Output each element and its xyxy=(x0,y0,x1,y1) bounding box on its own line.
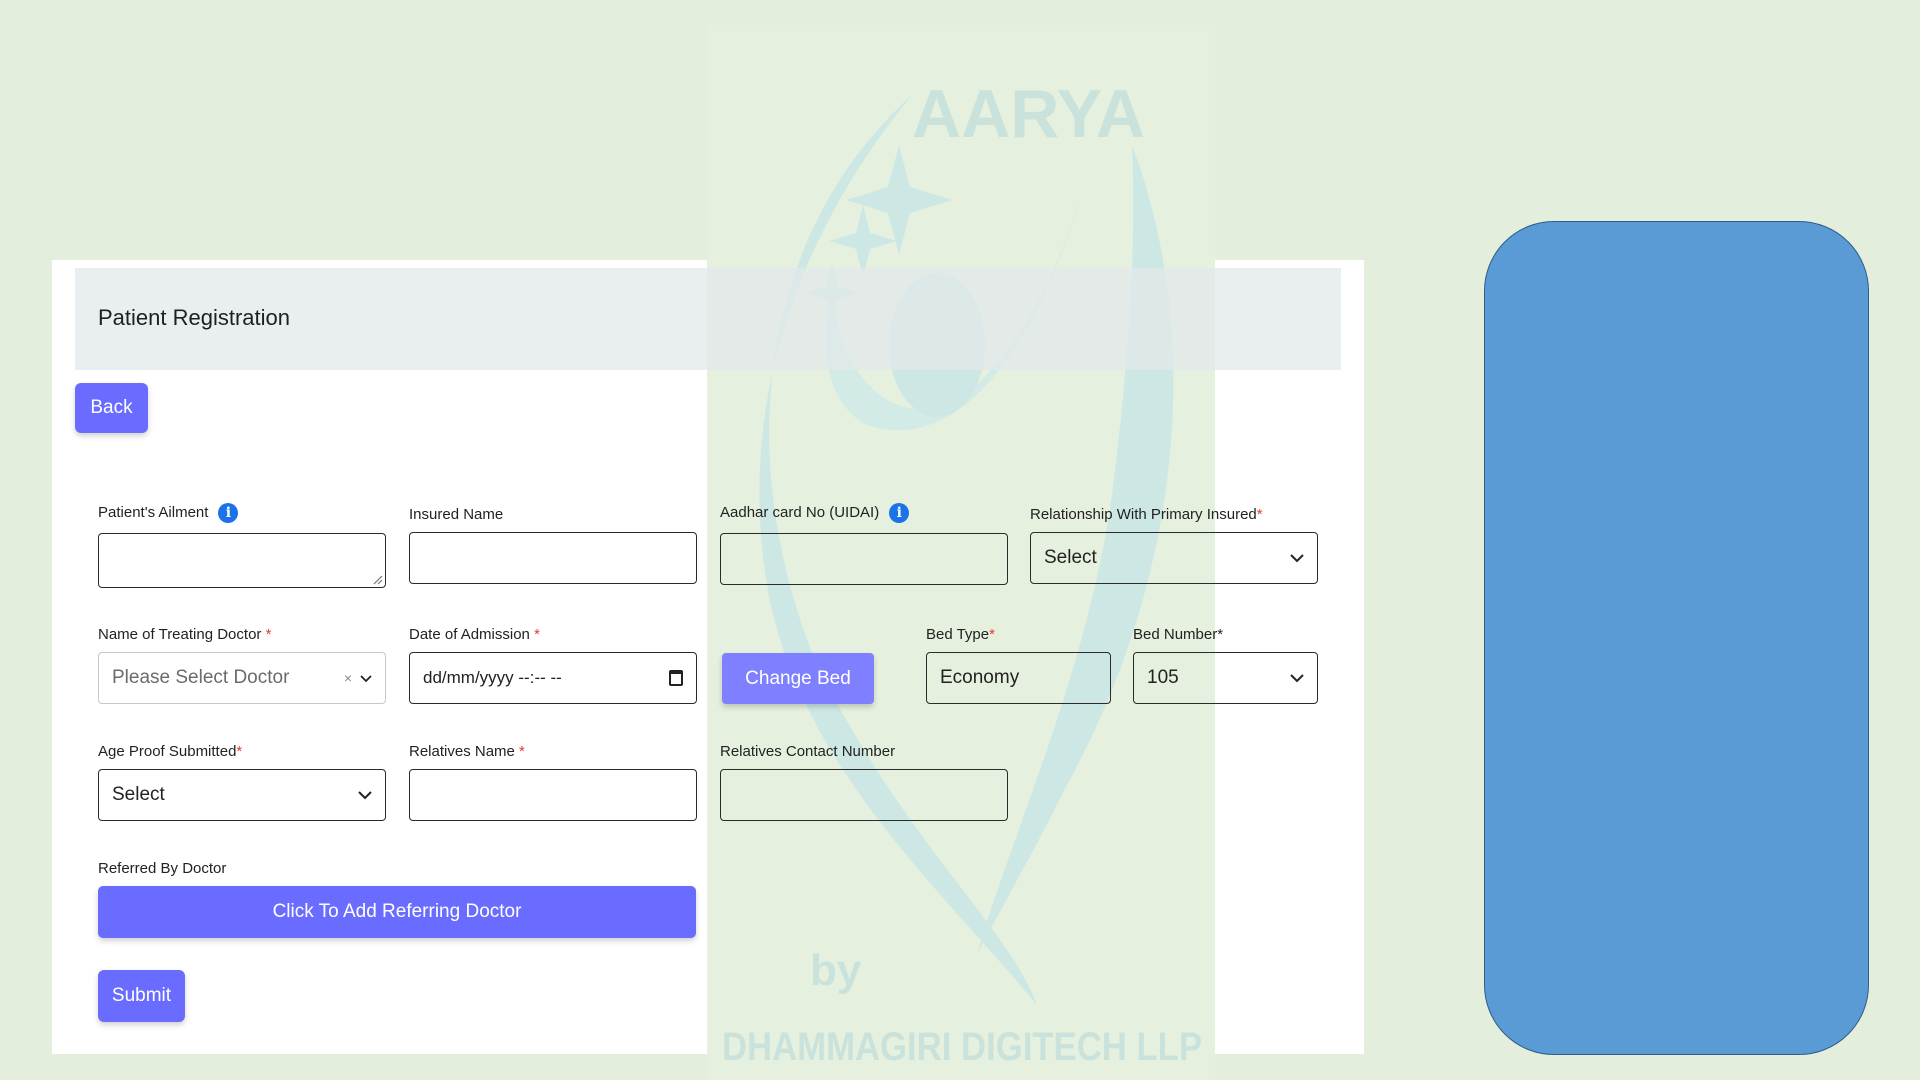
chevron-down-icon xyxy=(358,790,372,800)
required-mark: * xyxy=(236,743,243,760)
ailment-label: Patient's Ailment i xyxy=(98,503,239,523)
ailment-textarea[interactable] xyxy=(98,533,386,588)
relatives-name-label-text: Relatives Name xyxy=(409,743,515,760)
bed-number-label: Bed Number* xyxy=(1133,626,1223,643)
relationship-label: Relationship With Primary Insured* xyxy=(1030,506,1263,523)
relatives-contact-label: Relatives Contact Number xyxy=(720,743,896,760)
calendar-icon[interactable] xyxy=(669,670,683,686)
admission-placeholder: dd/mm/yyyy --:-- -- xyxy=(423,668,562,687)
admission-date-input[interactable]: dd/mm/yyyy --:-- -- xyxy=(409,652,697,704)
doctor-placeholder: Please Select Doctor xyxy=(112,667,290,688)
relatives-contact-input[interactable] xyxy=(720,769,1008,821)
required-mark: * xyxy=(265,626,272,643)
chevron-down-icon xyxy=(1290,673,1304,683)
bed-type-value: Economy xyxy=(940,667,1020,688)
bed-type-label-text: Bed Type xyxy=(926,626,990,643)
relationship-value: Select xyxy=(1044,547,1097,568)
add-referring-doctor-button[interactable]: Click To Add Referring Doctor xyxy=(98,886,696,938)
insured-name-label: Insured Name xyxy=(409,506,504,523)
info-icon[interactable]: i xyxy=(218,503,239,523)
submit-button[interactable]: Submit xyxy=(98,970,185,1022)
ailment-label-text: Patient's Ailment xyxy=(98,503,209,521)
required-mark: * xyxy=(1217,626,1224,643)
relatives-name-label: Relatives Name * xyxy=(409,743,525,760)
relatives-name-input[interactable] xyxy=(409,769,697,821)
required-mark: * xyxy=(989,626,995,643)
relationship-label-text: Relationship With Primary Insured xyxy=(1030,506,1257,523)
clear-icon[interactable]: × xyxy=(344,670,352,686)
doctor-label-text: Name of Treating Doctor xyxy=(98,626,262,643)
side-panel xyxy=(1484,221,1869,1055)
age-proof-value: Select xyxy=(112,784,165,805)
admission-label: Date of Admission * xyxy=(409,626,540,643)
chevron-down-icon xyxy=(1290,553,1304,563)
chevron-down-icon xyxy=(360,667,372,689)
back-button[interactable]: Back xyxy=(75,383,148,433)
aadhar-input[interactable] xyxy=(720,533,1008,585)
doctor-label: Name of Treating Doctor * xyxy=(98,626,271,643)
watermark-brand: AARYA xyxy=(912,76,1145,152)
required-mark: * xyxy=(534,626,540,643)
age-proof-label: Age Proof Submitted* xyxy=(98,743,242,760)
age-proof-select[interactable]: Select xyxy=(98,769,386,821)
info-icon[interactable]: i xyxy=(889,503,910,523)
page-title: Patient Registration xyxy=(98,305,290,330)
required-mark: * xyxy=(1256,506,1263,523)
bed-number-label-text: Bed Number xyxy=(1133,626,1218,643)
bed-type-label: Bed Type* xyxy=(926,626,995,643)
aadhar-label: Aadhar card No (UIDAI) i xyxy=(720,503,910,523)
referred-by-label: Referred By Doctor xyxy=(98,860,227,877)
aadhar-label-text: Aadhar card No (UIDAI) xyxy=(720,503,880,521)
relationship-select[interactable]: Select xyxy=(1030,532,1318,584)
change-bed-button[interactable]: Change Bed xyxy=(722,653,874,704)
admission-label-text: Date of Admission xyxy=(409,626,530,643)
bed-number-value: 105 xyxy=(1147,667,1179,688)
bed-type-input[interactable]: Economy xyxy=(926,652,1111,704)
age-proof-label-text: Age Proof Submitted xyxy=(98,743,237,760)
resize-grip-icon[interactable] xyxy=(373,575,383,585)
bed-number-select[interactable]: 105 xyxy=(1133,652,1318,704)
doctor-select[interactable]: Please Select Doctor × xyxy=(98,652,386,704)
insured-name-input[interactable] xyxy=(409,532,697,584)
required-mark: * xyxy=(519,743,525,760)
